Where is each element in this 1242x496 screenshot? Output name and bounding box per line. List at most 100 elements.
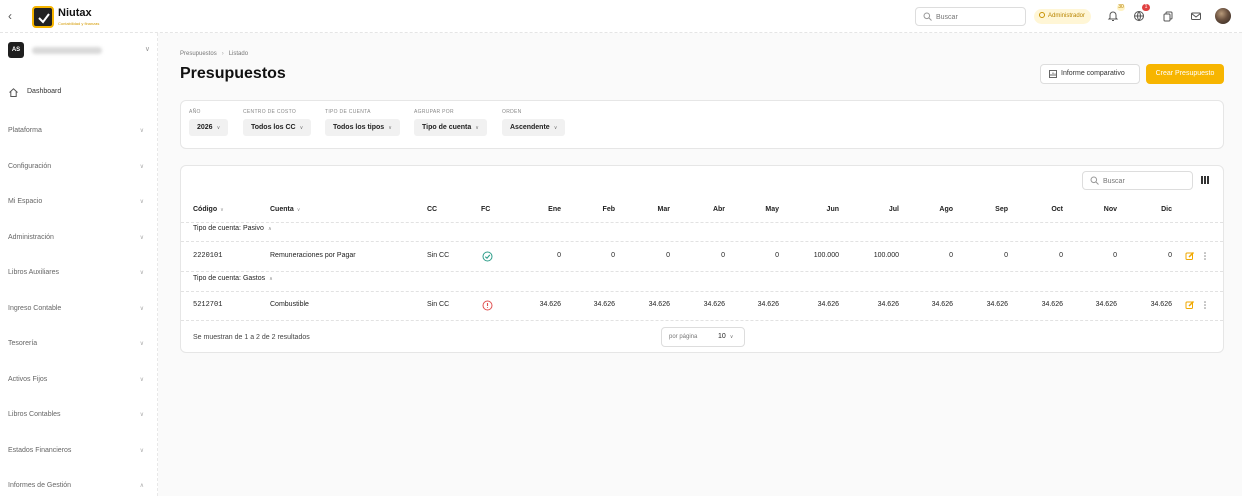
filter-group: AGRUPAR POR Tipo de cuenta ∨ [414,109,487,136]
divider [181,271,1223,272]
month-value: 0 [611,252,615,259]
sidebar-item-ingreso-contable[interactable]: Ingreso Contable ∨ [8,303,144,317]
filter-select[interactable]: 2026 ∨ [189,119,229,136]
month-value: 34.626 [757,301,779,308]
cost-center: Sin CC [427,301,450,308]
breadcrumb: Presupuestos › Listado [180,51,248,57]
column-header-month: Dic [1161,206,1172,213]
results-summary: Se muestran de 1 a 2 de 2 resultados [193,334,310,341]
mail-icon[interactable] [1190,10,1202,22]
sidebar-item-label: Tesorería [8,340,38,347]
sidebar-item-label: Libros Auxiliares [8,269,59,276]
sidebar-item-administracion[interactable]: Administración ∨ [8,232,144,246]
column-header-cuenta[interactable]: Cuenta ∨ [270,206,300,213]
column-header-month: May [765,206,779,213]
month-value: 34.626 [1150,301,1172,308]
search-icon [923,12,932,21]
sidebar-item-tesoreria[interactable]: Tesorería ∨ [8,338,144,352]
month-value: 34.626 [1095,301,1117,308]
filter-label: CENTRO DE COSTO [243,109,297,115]
notifications-count: 30 [1117,4,1125,11]
global-search-input[interactable] [936,11,1021,23]
sidebar-item-mi-espacio[interactable]: Mi Espacio ∨ [8,196,144,210]
month-value: 0 [557,252,561,259]
company-selector[interactable]: AS ∨ [8,42,152,60]
divider [181,320,1223,321]
divider [181,291,1223,292]
sidebar-item-label: Ingreso Contable [8,305,62,312]
group-header[interactable]: Tipo de cuenta: Gastos ∧ [193,275,273,282]
month-value: 34.626 [539,301,561,308]
brand-logo-icon[interactable] [32,6,54,28]
per-page-selector[interactable]: por página 10 ∨ [661,327,745,347]
month-value: 0 [721,252,725,259]
sidebar: AS ∨ Dashboard Plataforma ∨ Configuración ∨… [0,33,158,496]
sidebar-item-configuracion[interactable]: Configuración ∨ [8,161,144,175]
filter-select[interactable]: Tipo de cuenta ∨ [414,119,487,136]
filter-select[interactable]: Ascendente ∨ [502,119,566,136]
month-value: 0 [666,252,670,259]
sidebar-item-informes-de-gestion[interactable]: Informes de Gestión ∧ [8,480,144,494]
sidebar-item-libros-auxiliares[interactable]: Libros Auxiliares ∨ [8,267,144,281]
filter-label: ORDEN [502,109,522,115]
company-abbr: AS [8,42,24,58]
divider [181,222,1223,223]
breadcrumb-parent[interactable]: Presupuestos [180,51,217,57]
globe-icon[interactable] [1133,10,1145,22]
columns-icon[interactable] [1201,176,1211,184]
search-icon [1090,176,1099,185]
group-header[interactable]: Tipo de cuenta: Pasivo ∧ [193,225,272,232]
chevron-down-icon: ∨ [139,306,144,312]
table-search-input[interactable] [1103,175,1188,187]
sidebar-item-activos-fijos[interactable]: Activos Fijos ∨ [8,374,144,388]
home-icon [9,88,18,97]
chevron-down-icon: ∨ [144,46,150,53]
sidebar-item-plataforma[interactable]: Plataforma ∨ [8,125,144,139]
error-circle-icon [482,300,493,311]
column-header-month: Abr [712,206,725,213]
account-code: 5212701 [193,301,223,309]
chevron-down-icon: ∨ [139,128,144,134]
account-name: Combustible [270,301,309,308]
role-badge[interactable]: Administrador [1034,9,1092,24]
sidebar-item-label: Administración [8,234,54,241]
per-page-value[interactable]: 10 ∨ [718,333,733,340]
chevron-up-icon: ∧ [269,276,273,282]
month-value: 34.626 [703,301,725,308]
alerts-count: 1 [1142,4,1150,11]
sidebar-item-label: Configuración [8,163,52,170]
crear-presupuesto-button[interactable]: Crear Presupuesto [1146,64,1224,84]
sidebar-item-libros-contables[interactable]: Libros Contables ∨ [8,409,144,423]
edit-icon[interactable] [1185,300,1195,310]
copy-icon[interactable] [1162,10,1174,22]
month-value: 0 [1113,252,1117,259]
breadcrumb-current: Listado [228,51,249,57]
global-search[interactable] [915,7,1026,26]
avatar[interactable] [1215,8,1231,24]
column-header-month: Ago [939,206,953,213]
column-header-month: Jul [888,206,899,213]
chevron-down-icon: ∨ [139,235,144,241]
more-options-icon[interactable] [1203,251,1213,261]
informe-comparativo-button[interactable]: Informe comparativo [1040,64,1140,84]
sidebar-item-estados-financieros[interactable]: Estados Financieros ∨ [8,445,144,459]
company-name-redacted [32,47,102,54]
column-header-codigo[interactable]: Código ∨ [193,206,224,213]
bell-icon[interactable] [1107,10,1119,22]
filter-select[interactable]: Todos los tipos ∨ [325,119,400,136]
filter-select[interactable]: Todos los CC ∨ [243,119,312,136]
back-arrow-icon[interactable]: ‹ [8,9,20,23]
chevron-up-icon: ∧ [267,226,272,232]
chevron-down-icon: ∨ [139,270,144,276]
edit-icon[interactable] [1185,251,1195,261]
sidebar-item-dashboard[interactable]: Dashboard [8,86,148,100]
more-options-icon[interactable] [1203,300,1213,310]
divider [181,241,1223,242]
check-circle-icon [482,251,493,262]
chevron-up-icon: ∧ [139,483,144,489]
account-code: 2220101 [193,252,223,260]
month-value: 34.626 [1041,301,1063,308]
filter-label: AÑO [189,109,201,115]
table-search[interactable] [1082,171,1193,190]
cost-center: Sin CC [427,252,450,259]
